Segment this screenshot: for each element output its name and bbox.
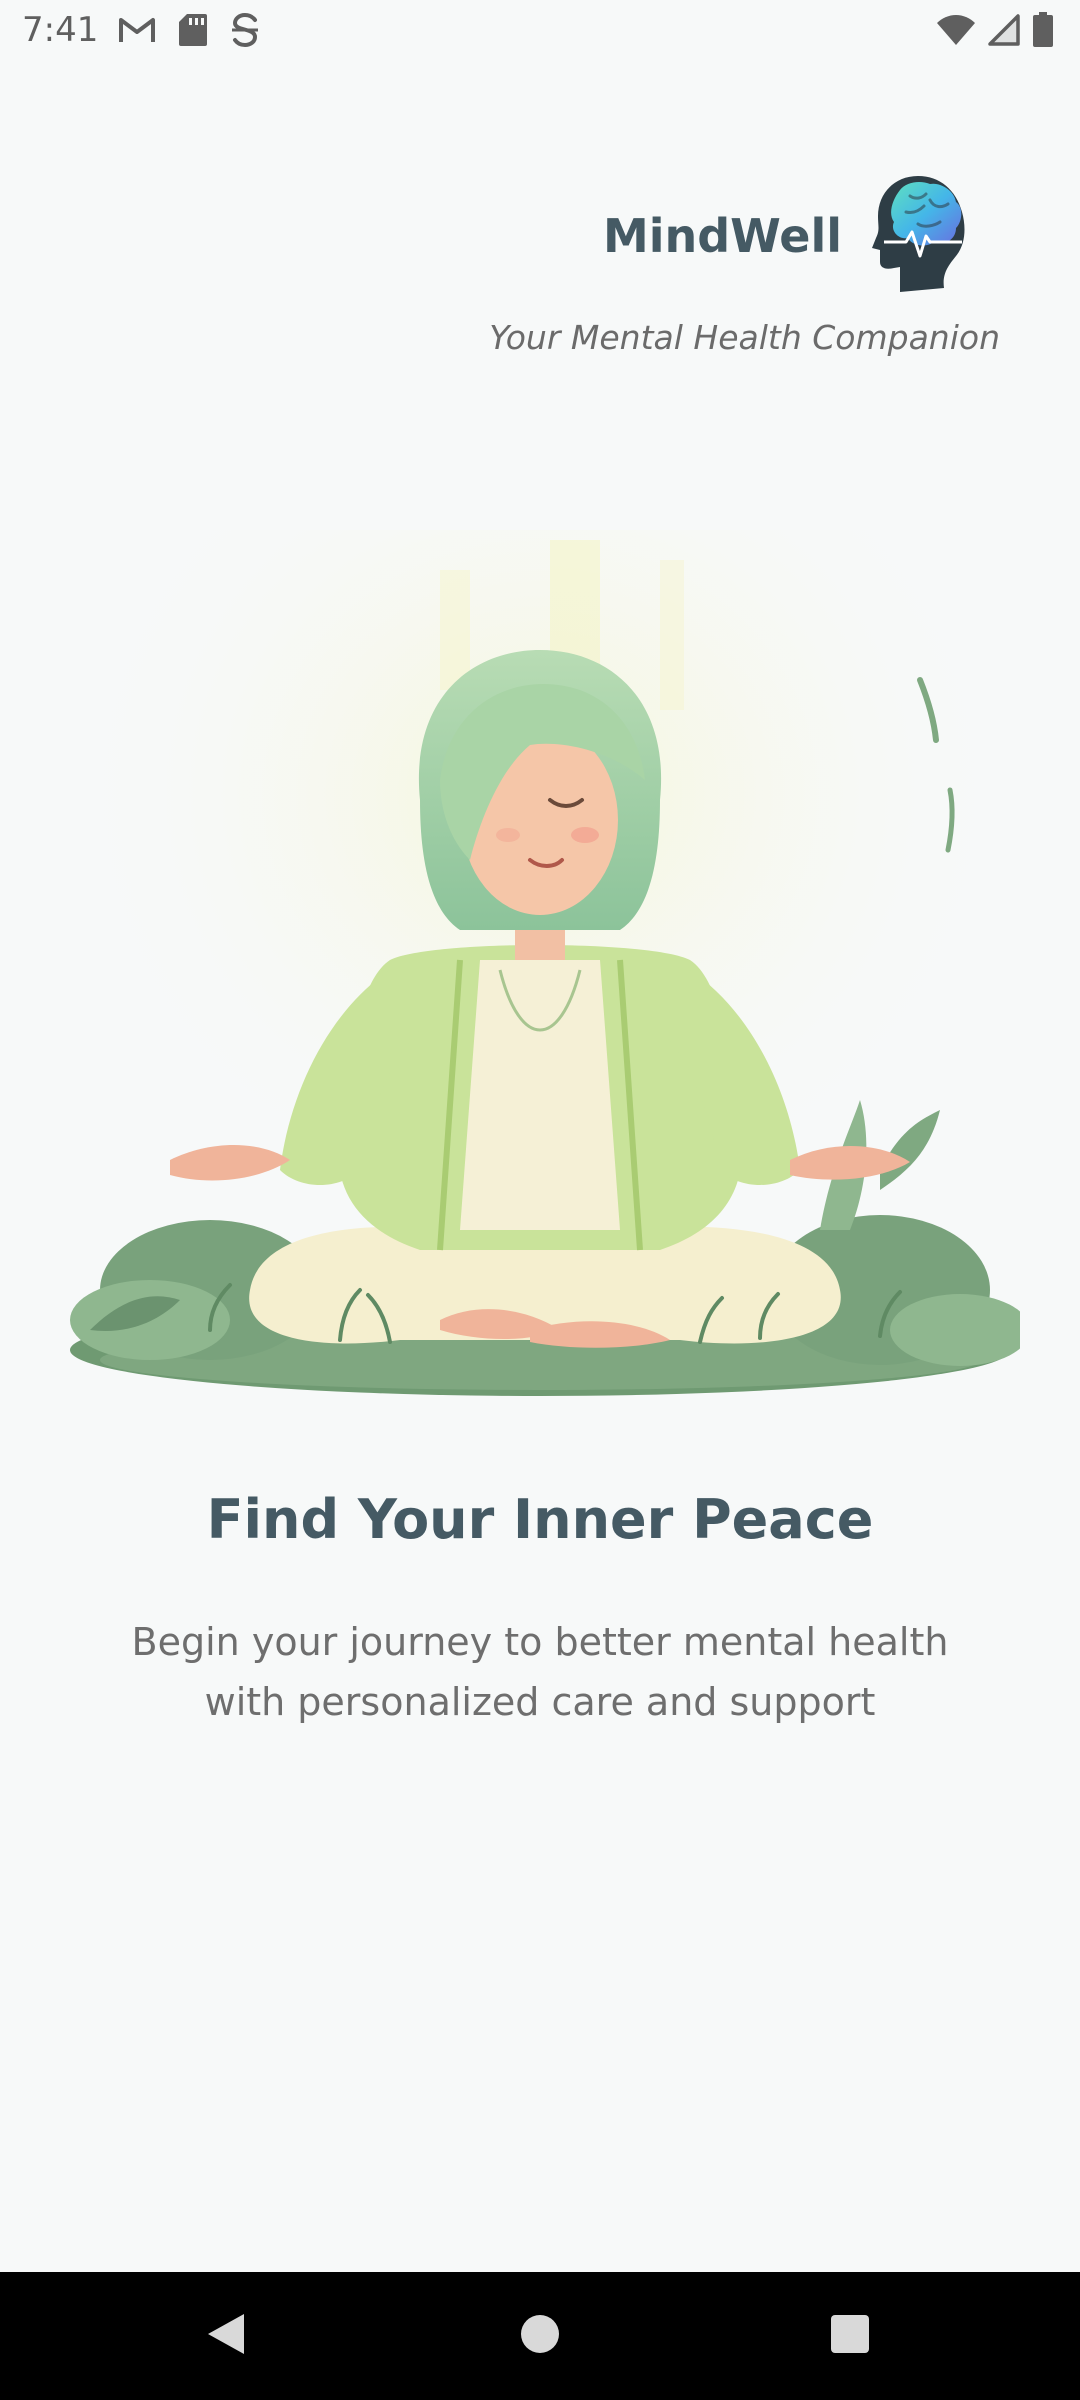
status-time: 7:41: [22, 10, 99, 50]
meditating-woman-illustration: [60, 530, 1030, 1410]
app-name: MindWell: [602, 209, 842, 263]
status-icons-right: [936, 12, 1054, 48]
brain-head-logo-icon: [870, 170, 970, 302]
wifi-icon: [936, 14, 976, 46]
headline: Find Your Inner Peace: [206, 1488, 874, 1551]
status-bar: 7:41: [0, 0, 1080, 64]
status-icons-left: [118, 12, 260, 48]
subtitle: Begin your journey to better mental heal…: [131, 1620, 949, 1724]
tagline: Your Mental Health Companion: [489, 318, 1000, 357]
recent-apps-icon: [829, 2313, 871, 2359]
battery-icon: [1032, 12, 1054, 48]
brand-header: MindWell: [603, 170, 970, 302]
back-icon: [204, 2310, 248, 2362]
gmail-icon: [118, 15, 156, 45]
recent-apps-button[interactable]: [770, 2272, 930, 2400]
sd-card-icon: [178, 13, 208, 47]
back-button[interactable]: [146, 2272, 306, 2400]
signal-icon: [988, 14, 1020, 46]
home-icon: [518, 2312, 562, 2360]
home-button[interactable]: [460, 2272, 620, 2400]
navigation-bar: [0, 2272, 1080, 2400]
sync-icon: [230, 12, 260, 48]
